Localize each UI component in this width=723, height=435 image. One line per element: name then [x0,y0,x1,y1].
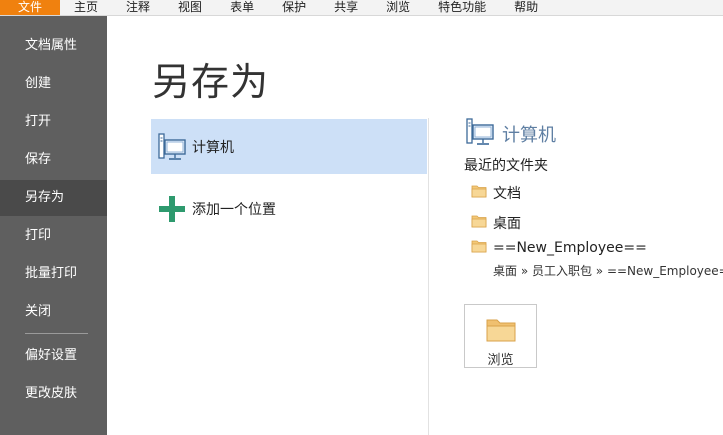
folder-open-icon [485,317,517,347]
menu-file[interactable]: 文件 [0,0,61,15]
recent-folder-label: 桌面 [493,216,521,232]
detail-header: 计算机 [466,117,556,151]
recent-folder-path: 桌面 » 员工入职包 » ==New_Employee==» [493,264,723,278]
sidebar-item-preferences[interactable]: 偏好设置 [0,338,107,374]
recent-folder-label: 文档 [493,186,521,202]
page-title: 另存为 [152,60,270,104]
computer-icon [158,132,186,162]
panel-divider [428,118,429,435]
menu-comment[interactable]: 注释 [112,0,164,15]
recent-folder-documents[interactable]: 文档 [471,183,521,203]
sidebar-item-create[interactable]: 创建 [0,66,107,102]
menu-share[interactable]: 共享 [320,0,372,15]
sidebar-item-save-as[interactable]: 另存为 [0,180,107,216]
sidebar-item-batch-print[interactable]: 批量打印 [0,256,107,292]
recent-folder-label: ==New_Employee== [493,240,647,256]
plus-icon [158,194,186,224]
sidebar-item-change-skin[interactable]: 更改皮肤 [0,376,107,412]
location-add-place-label: 添加一个位置 [192,201,276,218]
folder-icon [471,214,487,232]
sidebar-item-doc-properties[interactable]: 文档属性 [0,28,107,64]
recent-folders-label: 最近的文件夹 [464,158,548,174]
browse-button-label: 浏览 [487,353,514,368]
location-computer-label: 计算机 [192,139,234,156]
sidebar-item-open[interactable]: 打开 [0,104,107,140]
browse-button[interactable]: 浏览 [464,304,537,368]
recent-folder-desktop[interactable]: 桌面 [471,213,521,233]
detail-title: 计算机 [502,125,556,146]
sidebar-divider [25,333,88,334]
menu-form[interactable]: 表单 [216,0,268,15]
folder-icon [471,239,487,257]
computer-icon [466,117,494,151]
menu-help[interactable]: 帮助 [500,0,552,15]
menu-home[interactable]: 主页 [60,0,112,15]
recent-folder-new-employee[interactable]: ==New_Employee== [471,239,647,257]
sidebar-item-print[interactable]: 打印 [0,218,107,254]
menu-bar: 文件 主页 注释 视图 表单 保护 共享 浏览 特色功能 帮助 [0,0,723,16]
menu-protect[interactable]: 保护 [268,0,320,15]
location-add-place[interactable]: 添加一个位置 [151,181,427,236]
backstage-sidebar: 文档属性 创建 打开 保存 另存为 打印 批量打印 关闭 偏好设置 更改皮肤 [0,16,107,435]
menu-browse[interactable]: 浏览 [372,0,424,15]
folder-icon [471,184,487,202]
sidebar-item-save[interactable]: 保存 [0,142,107,178]
menu-view[interactable]: 视图 [164,0,216,15]
sidebar-item-close[interactable]: 关闭 [0,294,107,330]
location-computer[interactable]: 计算机 [151,119,427,174]
menu-features[interactable]: 特色功能 [424,0,500,15]
